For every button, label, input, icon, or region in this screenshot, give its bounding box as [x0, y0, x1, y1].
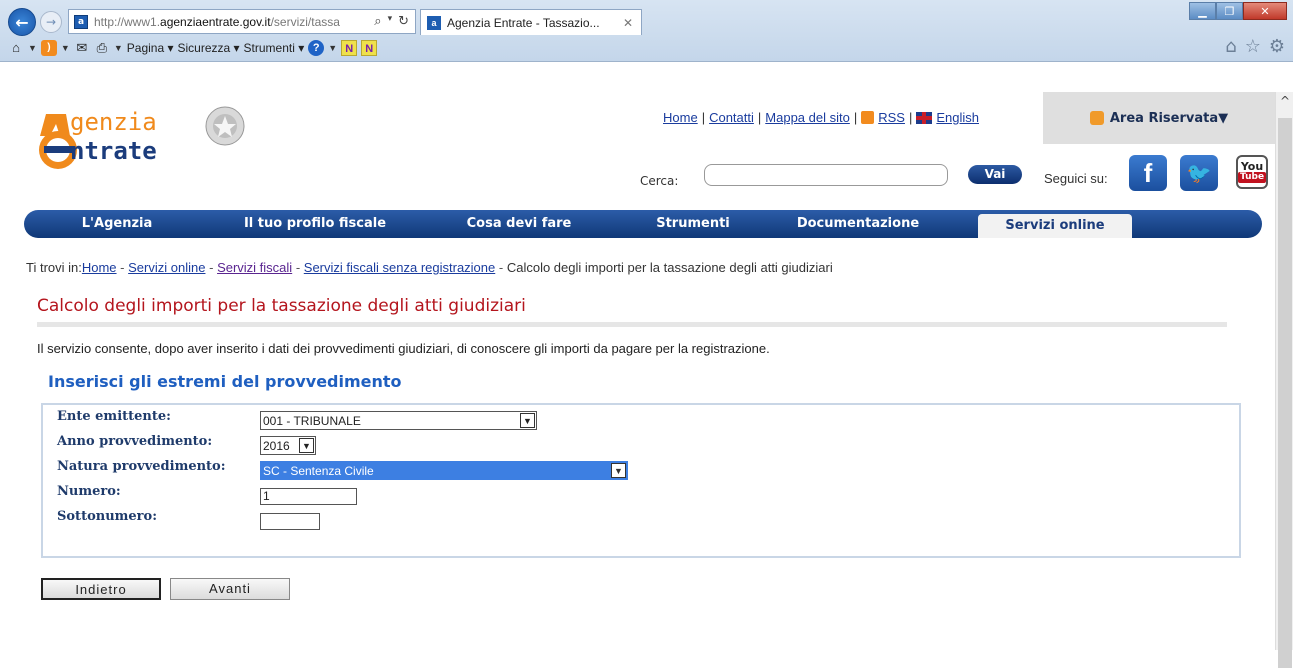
- rss-icon[interactable]: ): [40, 40, 57, 56]
- breadcrumb-prefix: Ti trovi in:: [26, 260, 82, 275]
- tab-close-icon[interactable]: ✕: [623, 16, 633, 30]
- search-icon[interactable]: ⌕: [374, 14, 381, 29]
- maximize-icon[interactable]: ❐: [1216, 2, 1243, 20]
- section-title: Inserisci gli estremi del provvedimento: [48, 372, 402, 391]
- chevron-down-icon[interactable]: ▼: [328, 43, 337, 53]
- nav-item-profilo-fiscale[interactable]: Il tuo profilo fiscale: [210, 210, 420, 238]
- natura-select-value: SC - Sentenza Civile: [263, 463, 374, 478]
- link-home[interactable]: Home: [663, 110, 698, 125]
- link-mappa-del-sito[interactable]: Mappa del sito: [765, 110, 850, 125]
- provvedimento-form: Ente emittente: 001 - TRIBUNALE ▼ Anno p…: [41, 403, 1241, 558]
- ente-select-value: 001 - TRIBUNALE: [263, 413, 361, 428]
- agenzia-entrate-logo[interactable]: genzia ntrate: [30, 104, 265, 170]
- breadcrumb-servizi-online[interactable]: Servizi online: [128, 260, 205, 275]
- help-icon[interactable]: ?: [308, 40, 325, 56]
- chevron-down-icon: ▼: [520, 413, 535, 428]
- youtube-icon[interactable]: You Tube: [1236, 155, 1268, 189]
- back-arrow-icon[interactable]: ←: [8, 8, 36, 36]
- chevron-down-icon: ▼: [299, 438, 314, 453]
- address-bar[interactable]: a http://www1.agenziaentrate.gov.it/serv…: [68, 9, 416, 34]
- natura-label: Natura provvedimento:: [57, 459, 226, 474]
- area-riservata-menu[interactable]: Area Riservata▼: [1043, 92, 1275, 144]
- nav-item-agenzia[interactable]: L'Agenzia: [24, 210, 210, 238]
- onenote-linked-icon[interactable]: N: [361, 40, 378, 56]
- home-small-icon[interactable]: ⌂: [8, 40, 24, 56]
- search-button[interactable]: Vai: [968, 165, 1022, 184]
- rss-icon: [861, 111, 875, 124]
- tab-title: Agenzia Entrate - Tassazio...: [447, 15, 600, 30]
- command-bar: ⌂ ▼ ) ▼ ✉ ⎙ ▼ Pagina ▾ Sicurezza ▾ Strument…: [8, 36, 378, 60]
- link-rss[interactable]: RSS: [878, 110, 905, 125]
- chevron-down-icon: ▼: [611, 463, 626, 478]
- facebook-icon[interactable]: f: [1129, 155, 1167, 191]
- search-input[interactable]: [704, 164, 948, 186]
- home-icon[interactable]: ⌂: [1225, 36, 1236, 57]
- logo-text-agenzia: genzia: [70, 108, 157, 136]
- area-riservata-label: Area Riservata▼: [1109, 110, 1229, 126]
- link-english[interactable]: English: [936, 110, 979, 125]
- window-controls: ▁ ❐ ✕: [1189, 2, 1287, 20]
- main-navigation: L'Agenzia Il tuo profilo fiscale Cosa de…: [24, 210, 1262, 238]
- page-title: Calcolo degli importi per la tassazione …: [37, 296, 526, 316]
- breadcrumb: Ti trovi in:Home - Servizi online - Serv…: [26, 260, 833, 275]
- chevron-down-icon[interactable]: ▼: [28, 43, 37, 53]
- ente-select[interactable]: 001 - TRIBUNALE ▼: [260, 411, 537, 430]
- forward-arrow-icon[interactable]: →: [40, 11, 62, 33]
- settings-gear-icon[interactable]: ⚙: [1269, 36, 1285, 57]
- sottonumero-label: Sottonumero:: [57, 509, 157, 524]
- chevron-down-icon[interactable]: ▼: [114, 43, 123, 53]
- nav-item-servizi-online[interactable]: Servizi online: [978, 214, 1132, 238]
- address-url: http://www1.agenziaentrate.gov.it/serviz…: [94, 14, 340, 29]
- natura-select[interactable]: SC - Sentenza Civile ▼: [260, 461, 628, 480]
- onenote-icon[interactable]: N: [341, 40, 358, 56]
- next-button[interactable]: Avanti: [170, 578, 290, 600]
- dropdown-arrow-icon[interactable]: ▾: [388, 14, 393, 29]
- browser-titlebar: ← → a http://www1.agenziaentrate.gov.it/…: [0, 0, 1293, 62]
- refresh-icon[interactable]: ↻: [398, 14, 409, 29]
- minimize-icon[interactable]: ▁: [1189, 2, 1216, 20]
- breadcrumb-home[interactable]: Home: [82, 260, 117, 275]
- browser-tab[interactable]: a Agenzia Entrate - Tassazio... ✕: [420, 9, 642, 35]
- back-button[interactable]: Indietro: [41, 578, 161, 600]
- anno-select-value: 2016: [263, 438, 290, 453]
- site-favicon-icon: a: [74, 14, 88, 29]
- nav-item-cosa-devi-fare[interactable]: Cosa devi fare: [420, 210, 618, 238]
- search-label: Cerca:: [640, 174, 679, 188]
- intro-text: Il servizio consente, dopo aver inserito…: [37, 341, 770, 356]
- twitter-icon[interactable]: 🐦: [1180, 155, 1218, 191]
- anno-label: Anno provvedimento:: [57, 434, 213, 449]
- anno-select[interactable]: 2016 ▼: [260, 436, 316, 455]
- breadcrumb-senza-registrazione[interactable]: Servizi fiscali senza registrazione: [304, 260, 495, 275]
- numero-input[interactable]: 1: [260, 488, 357, 505]
- numero-label: Numero:: [57, 484, 121, 499]
- menu-pagina[interactable]: Pagina ▾: [127, 41, 174, 55]
- window-close-icon[interactable]: ✕: [1243, 2, 1287, 20]
- ente-label: Ente emittente:: [57, 409, 171, 424]
- mail-icon[interactable]: ✉: [74, 40, 90, 56]
- menu-strumenti[interactable]: Strumenti ▾: [244, 41, 305, 55]
- follow-us-label: Seguici su:: [1044, 171, 1108, 186]
- page-content: genzia ntrate Home | Contatti | Mappa del …: [8, 92, 1275, 650]
- nav-item-documentazione[interactable]: Documentazione: [768, 210, 948, 238]
- tab-favicon-icon: a: [427, 15, 441, 30]
- favorites-star-icon[interactable]: ☆: [1245, 36, 1261, 57]
- title-divider: [37, 322, 1227, 327]
- menu-sicurezza[interactable]: Sicurezza ▾: [178, 41, 240, 55]
- breadcrumb-servizi-fiscali[interactable]: Servizi fiscali: [217, 260, 292, 275]
- scrollbar-thumb[interactable]: [1278, 118, 1292, 668]
- uk-flag-icon: [916, 111, 933, 124]
- lock-icon: [1089, 111, 1104, 125]
- breadcrumb-current: Calcolo degli importi per la tassazione …: [506, 260, 833, 275]
- print-icon[interactable]: ⎙: [94, 40, 110, 56]
- nav-item-strumenti[interactable]: Strumenti: [618, 210, 768, 238]
- logo-text-entrate: ntrate: [70, 137, 157, 165]
- scroll-up-arrow-icon[interactable]: ^: [1276, 94, 1293, 108]
- vertical-scrollbar[interactable]: ^: [1275, 92, 1293, 668]
- sottonumero-input[interactable]: [260, 513, 320, 530]
- top-links: Home | Contatti | Mappa del sito | RSS | Eng…: [663, 110, 979, 125]
- chevron-down-icon[interactable]: ▼: [61, 43, 70, 53]
- link-contatti[interactable]: Contatti: [709, 110, 754, 125]
